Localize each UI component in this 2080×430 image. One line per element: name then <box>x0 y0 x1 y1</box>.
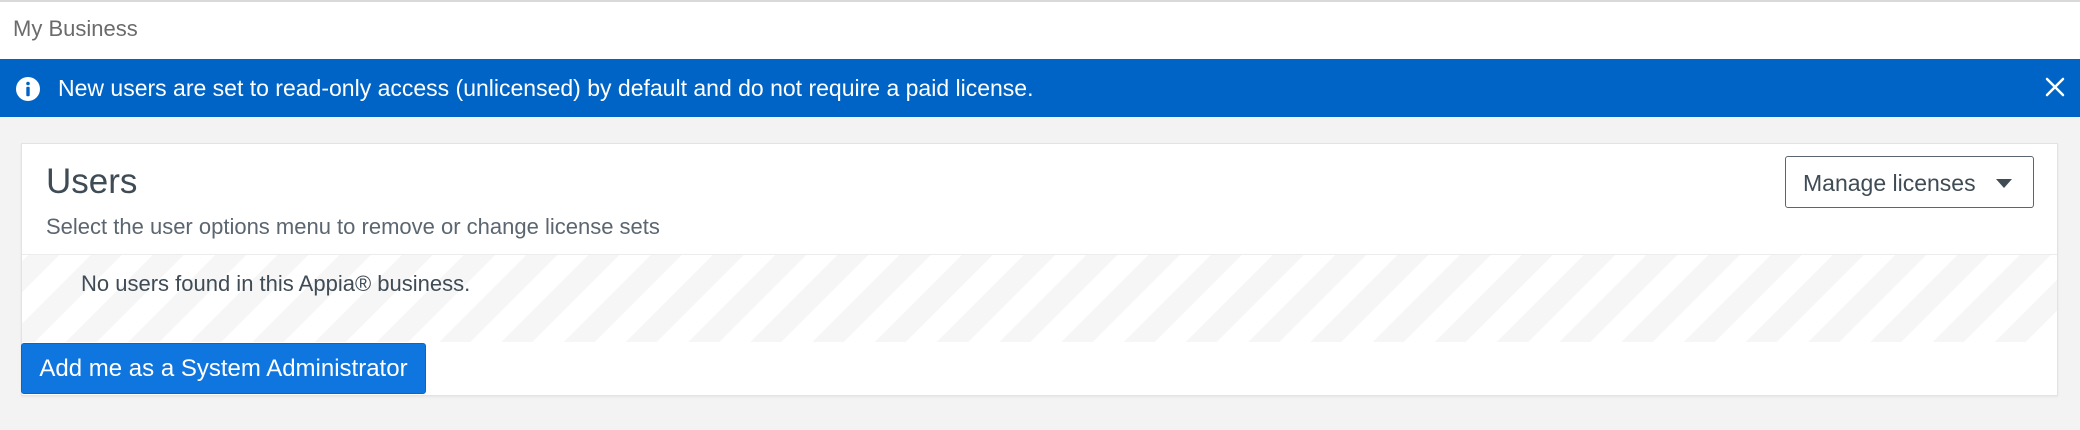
users-heading: Users <box>46 162 138 201</box>
empty-users-list: No users found in this Appia® business. <box>22 254 2057 342</box>
manage-licenses-button[interactable]: Manage licenses <box>1785 156 2034 208</box>
empty-message: No users found in this Appia® business. <box>81 271 471 296</box>
top-bar: My Business <box>0 0 2080 59</box>
manage-licenses-label: Manage licenses <box>1803 170 1976 196</box>
users-card: Users Select the user options menu to re… <box>21 143 2058 396</box>
page-title: My Business <box>13 16 138 41</box>
info-icon <box>15 76 41 102</box>
info-banner: New users are set to read-only access (u… <box>0 59 2080 117</box>
users-subtitle: Select the user options menu to remove o… <box>46 214 660 239</box>
add-system-admin-button[interactable]: Add me as a System Administrator <box>21 343 426 394</box>
caret-down-icon <box>1996 179 2012 188</box>
banner-message: New users are set to read-only access (u… <box>58 75 1034 101</box>
close-icon[interactable] <box>2043 75 2067 99</box>
